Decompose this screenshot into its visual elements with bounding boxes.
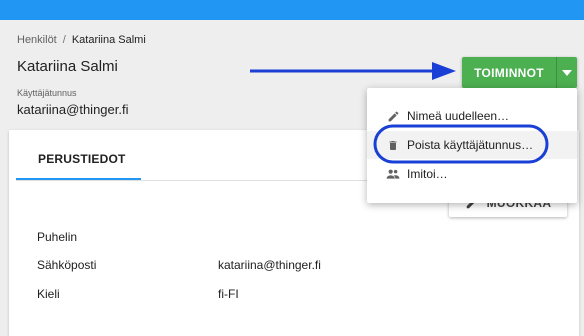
detail-label-phone: Puhelin [37,230,78,244]
breadcrumb-link-henkilot[interactable]: Henkilöt [17,34,57,46]
top-app-bar [0,0,584,20]
breadcrumb-current: Katariina Salmi [71,34,146,46]
menu-item-rename[interactable]: Nimeä uudelleen… [367,102,577,130]
username-value: katariina@thinger.fi [17,102,129,117]
detail-value-language: fi-FI [218,287,239,301]
caret-down-icon [562,69,572,76]
people-icon [386,167,400,181]
actions-button[interactable]: TOIMINNOT [462,57,556,88]
detail-value-email: katariina@thinger.fi [218,258,321,272]
menu-item-impersonate-label: Imitoi… [407,167,448,181]
detail-label-language: Kieli [37,287,60,301]
trash-icon [386,138,400,152]
username-label: Käyttäjätunnus [17,88,77,98]
actions-dropdown-toggle[interactable] [556,57,577,88]
page-title: Katariina Salmi [17,58,118,75]
menu-item-impersonate[interactable]: Imitoi… [367,160,577,188]
actions-menu: Nimeä uudelleen… Poista käyttäjätunnus… … [367,88,577,203]
menu-item-rename-label: Nimeä uudelleen… [407,109,510,123]
pencil-icon [386,109,400,123]
detail-label-email: Sähköposti [37,258,97,272]
breadcrumb-separator: / [62,34,66,46]
menu-item-delete-username[interactable]: Poista käyttäjätunnus… [367,131,577,159]
annotation-arrow [250,62,456,80]
actions-split-button: TOIMINNOT [462,57,577,88]
tab-perustiedot-label: PERUSTIEDOT [38,152,126,166]
breadcrumb: Henkilöt / Katariina Salmi [17,34,146,46]
menu-item-delete-username-label: Poista käyttäjätunnus… [407,138,534,152]
